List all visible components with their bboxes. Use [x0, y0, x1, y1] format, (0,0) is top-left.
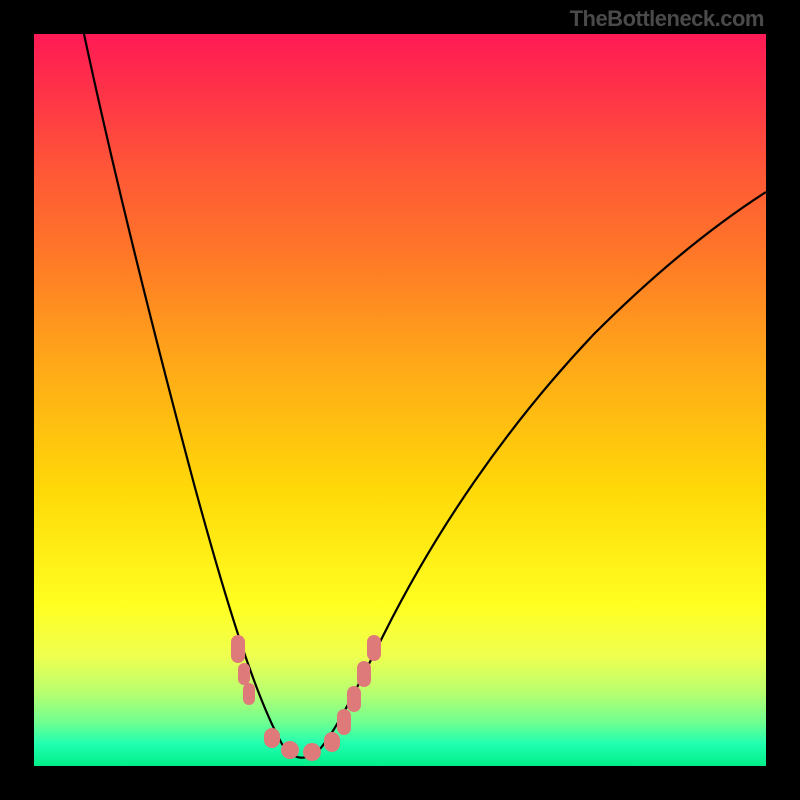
- marker-group: [231, 635, 381, 761]
- chart-container: TheBottleneck.com: [0, 0, 800, 800]
- plot-area: [34, 34, 766, 766]
- curve-svg: [34, 34, 766, 766]
- attribution-text: TheBottleneck.com: [570, 6, 764, 32]
- bottleneck-curve: [84, 34, 766, 758]
